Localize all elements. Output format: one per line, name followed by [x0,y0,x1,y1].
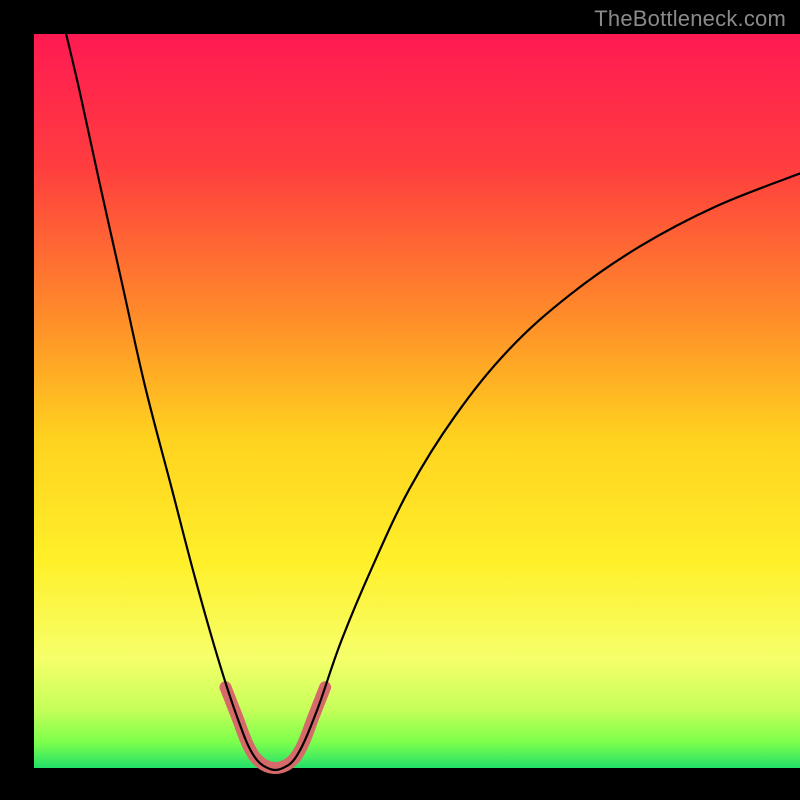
watermark-label: TheBottleneck.com [594,6,786,32]
bottleneck-chart [0,0,800,800]
chart-stage: TheBottleneck.com [0,0,800,800]
